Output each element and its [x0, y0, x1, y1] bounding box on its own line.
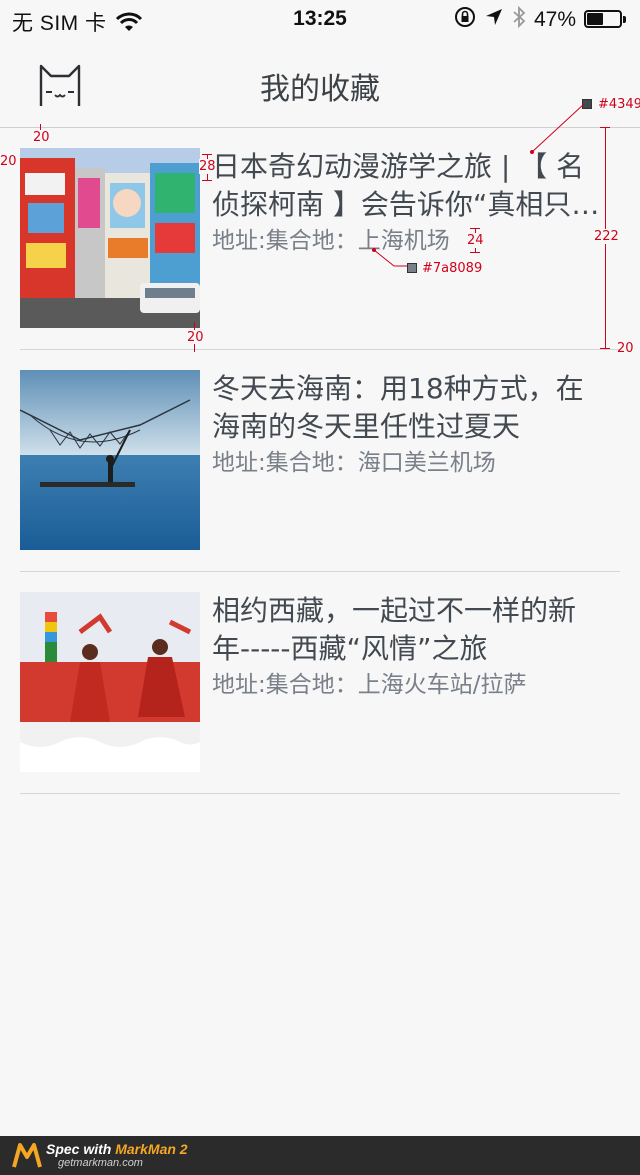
spec-margin-top: 20 — [33, 130, 50, 145]
rotation-lock-icon — [454, 6, 476, 34]
address-label: 地址: — [212, 450, 266, 476]
item-address: 地址:集合地：上海火车站/拉萨 — [212, 668, 608, 702]
spec-line-gap: 24 — [467, 233, 484, 248]
footer-tagline: Spec with MarkMan 2 — [46, 1141, 188, 1157]
item-title: 相约西藏，一起过不一样的新年-----西藏“风情”之旅 — [212, 594, 577, 665]
markman-footer: Spec with MarkMan 2 getmarkman.com — [0, 1136, 640, 1175]
favorites-list: 日本奇幻动漫游学之旅 | 【 名侦探柯南 】会告诉你“真相只… 地址:集合地：上… — [0, 128, 640, 794]
list-item[interactable]: 相约西藏，一起过不一样的新年-----西藏“风情”之旅 地址:集合地：上海火车站… — [20, 572, 620, 794]
address-value: 集合地：上海火车站/拉萨 — [265, 672, 527, 698]
spec-margin-left: 20 — [0, 154, 17, 169]
spec-item-height: 222 — [594, 229, 619, 244]
item-text: 日本奇幻动漫游学之旅 | 【 名侦探柯南 】会告诉你“真相只… 地址:集合地：上… — [212, 148, 608, 258]
list-item[interactable]: 日本奇幻动漫游学之旅 | 【 名侦探柯南 】会告诉你“真相只… 地址:集合地：上… — [20, 128, 620, 350]
title-color-pointer — [530, 103, 585, 154]
bluetooth-icon — [512, 5, 526, 34]
address-label: 地址: — [212, 672, 266, 698]
address-value: 集合地：上海机场 — [265, 228, 450, 254]
location-arrow-icon — [484, 7, 504, 33]
status-right: 47% — [454, 5, 628, 34]
address-value: 集合地：海口美兰机场 — [265, 450, 496, 476]
item-title: 日本奇幻动漫游学之旅 | 【 名侦探柯南 】会告诉你“真相只… — [212, 150, 600, 221]
address-label: 地址: — [212, 228, 266, 254]
item-address: 地址:集合地：海口美兰机场 — [212, 446, 608, 480]
spec-addr-color: #7a8089 — [422, 261, 483, 276]
spec-margin-bottom: 20 — [187, 330, 204, 345]
footer-url: getmarkman.com — [58, 1157, 143, 1169]
markman-logo-icon — [12, 1141, 42, 1169]
item-text: 冬天去海南：用18种方式，在海南的冬天里任性过夏天 地址:集合地：海口美兰机场 — [212, 370, 608, 480]
list-item[interactable]: 冬天去海南：用18种方式，在海南的冬天里任性过夏天 地址:集合地：海口美兰机场 — [20, 350, 620, 572]
item-text: 相约西藏，一起过不一样的新年-----西藏“风情”之旅 地址:集合地：上海火车站… — [212, 592, 608, 702]
addr-color-pointer — [372, 248, 408, 267]
item-thumbnail — [20, 370, 200, 550]
spec-title-color: #43495 — [598, 97, 640, 112]
status-bar: 无 SIM 卡 13:25 47% — [0, 0, 640, 40]
addr-color-swatch — [407, 263, 417, 273]
spec-margin-right: 20 — [617, 341, 634, 356]
item-title: 冬天去海南：用18种方式，在海南的冬天里任性过夏天 — [212, 372, 584, 443]
item-thumbnail — [20, 148, 200, 328]
battery-icon — [584, 10, 628, 30]
battery-percent: 47% — [533, 8, 576, 31]
item-thumbnail — [20, 592, 200, 772]
spec-title-offset: 28 — [199, 159, 216, 174]
